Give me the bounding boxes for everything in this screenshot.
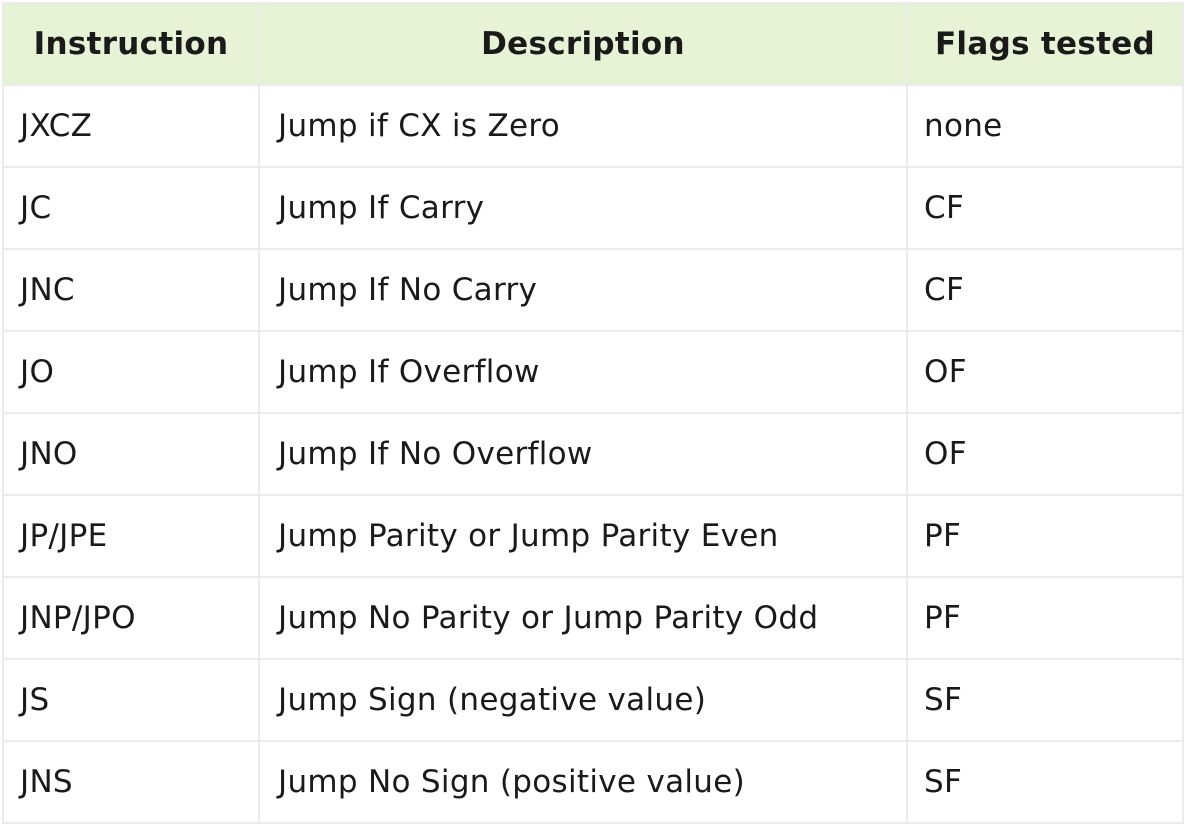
cell-description: Jump Parity or Jump Parity Even — [258, 494, 908, 578]
table-row: JP/JPE Jump Parity or Jump Parity Even P… — [2, 494, 1184, 578]
cell-flags: CF — [906, 248, 1184, 332]
cell-flags: none — [906, 84, 1184, 168]
jump-instructions-table: Instruction Description Flags tested JXC… — [2, 2, 1184, 824]
cell-instruction: JS — [2, 658, 260, 742]
cell-flags: OF — [906, 412, 1184, 496]
cell-instruction: JXCZ — [2, 84, 260, 168]
cell-instruction: JNS — [2, 740, 260, 824]
cell-instruction: JO — [2, 330, 260, 414]
table-row: JNC Jump If No Carry CF — [2, 248, 1184, 332]
table-row: JNP/JPO Jump No Parity or Jump Parity Od… — [2, 576, 1184, 660]
table-row: JS Jump Sign (negative value) SF — [2, 658, 1184, 742]
cell-instruction: JP/JPE — [2, 494, 260, 578]
cell-flags: SF — [906, 740, 1184, 824]
cell-flags: PF — [906, 494, 1184, 578]
cell-description: Jump If No Carry — [258, 248, 908, 332]
cell-description: Jump No Sign (positive value) — [258, 740, 908, 824]
cell-description: Jump Sign (negative value) — [258, 658, 908, 742]
cell-flags: CF — [906, 166, 1184, 250]
header-row: Instruction Description Flags tested — [2, 2, 1184, 86]
cell-instruction: JNC — [2, 248, 260, 332]
table-row: JO Jump If Overflow OF — [2, 330, 1184, 414]
cell-instruction: JNO — [2, 412, 260, 496]
header-instruction: Instruction — [2, 2, 260, 86]
table-row: JNO Jump If No Overflow OF — [2, 412, 1184, 496]
cell-flags: PF — [906, 576, 1184, 660]
cell-instruction: JC — [2, 166, 260, 250]
cell-description: Jump No Parity or Jump Parity Odd — [258, 576, 908, 660]
table-row: JC Jump If Carry CF — [2, 166, 1184, 250]
header-description: Description — [258, 2, 908, 86]
cell-description: Jump If Carry — [258, 166, 908, 250]
cell-flags: SF — [906, 658, 1184, 742]
table-row: JNS Jump No Sign (positive value) SF — [2, 740, 1184, 824]
cell-instruction: JNP/JPO — [2, 576, 260, 660]
table-row: JXCZ Jump if CX is Zero none — [2, 84, 1184, 168]
table-header: Instruction Description Flags tested — [2, 2, 1184, 86]
header-flags-tested: Flags tested — [906, 2, 1184, 86]
cell-description: Jump If No Overflow — [258, 412, 908, 496]
cell-description: Jump if CX is Zero — [258, 84, 908, 168]
cell-description: Jump If Overflow — [258, 330, 908, 414]
cell-flags: OF — [906, 330, 1184, 414]
table-body: JXCZ Jump if CX is Zero none JC Jump If … — [2, 84, 1184, 824]
